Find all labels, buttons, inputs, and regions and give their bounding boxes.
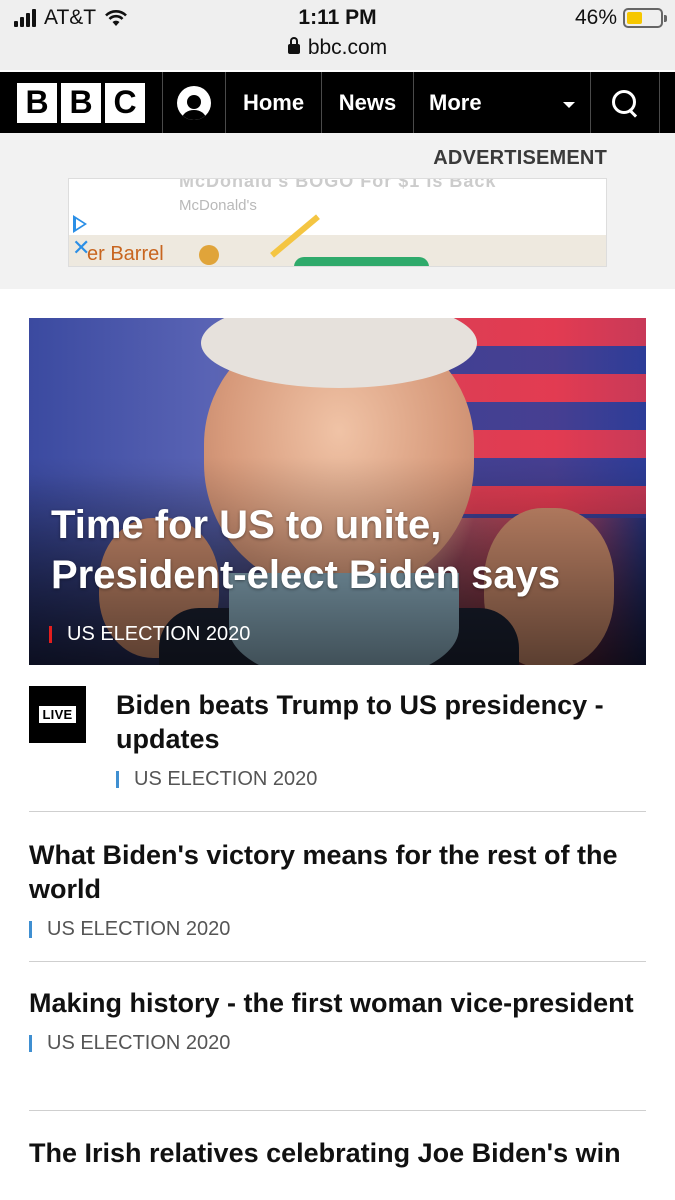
ad-cta-pill <box>294 257 429 266</box>
tag-marker <box>29 1035 32 1052</box>
story-topic-tag[interactable]: US ELECTION 2020 <box>29 1032 646 1055</box>
logo-letter: C <box>105 82 145 123</box>
browser-status-bar: AT&T 1:11 PM 46% bbc.com <box>0 0 675 70</box>
story-item[interactable]: The Irish relatives celebrating Joe Bide… <box>29 1136 646 1170</box>
story-topic-tag[interactable]: US ELECTION 2020 <box>29 918 646 941</box>
divider <box>29 961 646 962</box>
ad-brand: McDonald's <box>179 197 257 214</box>
divider <box>29 811 646 812</box>
battery-status: 46% <box>574 6 667 30</box>
story-tag-label: US ELECTION 2020 <box>47 1032 231 1054</box>
advertisement-area: ADVERTISEMENT McDonald's BOGO For $1 Is … <box>0 133 675 289</box>
bbc-nav-bar: B B C Home News More <box>0 72 675 133</box>
logo-letter: B <box>61 82 101 123</box>
story-tag-label: US ELECTION 2020 <box>134 768 318 790</box>
tag-marker <box>116 771 119 788</box>
story-item[interactable]: Biden beats Trump to US presidency - upd… <box>116 688 646 791</box>
url-text: bbc.com <box>307 36 388 59</box>
account-button[interactable] <box>163 72 226 133</box>
lock-icon <box>287 37 300 54</box>
story-headline[interactable]: What Biden's victory means for the rest … <box>29 838 646 906</box>
clock: 1:11 PM <box>298 6 377 29</box>
live-badge: LIVE <box>29 686 86 743</box>
hero-story[interactable]: Time for US to unite, President-elect Bi… <box>29 318 646 665</box>
tag-marker <box>29 921 32 938</box>
search-icon <box>612 89 638 116</box>
story-tag-label: US ELECTION 2020 <box>47 918 231 940</box>
nav-more-menu[interactable]: More <box>414 72 591 133</box>
story-headline[interactable]: Biden beats Trump to US presidency - upd… <box>116 688 646 756</box>
chevron-down-icon <box>563 101 575 108</box>
battery-icon <box>623 8 667 28</box>
story-topic-tag[interactable]: US ELECTION 2020 <box>116 768 646 791</box>
logo-letter: B <box>17 82 57 123</box>
story-headline[interactable]: The Irish relatives celebrating Joe Bide… <box>29 1136 646 1170</box>
live-badge-label: LIVE <box>39 706 76 723</box>
ad-headline: McDonald's BOGO For $1 Is Back <box>179 178 497 191</box>
hero-headline[interactable]: Time for US to unite, President-elect Bi… <box>51 500 631 600</box>
close-icon[interactable]: ✕ <box>72 237 90 259</box>
story-item[interactable]: What Biden's victory means for the rest … <box>29 838 646 941</box>
tag-marker <box>49 626 52 643</box>
hero-image-overlay <box>29 318 646 665</box>
bbc-logo[interactable]: B B C <box>0 72 163 133</box>
story-item[interactable]: Making history - the first woman vice-pr… <box>29 986 646 1055</box>
ad-label: ADVERTISEMENT <box>433 147 607 169</box>
restaurant-pin-icon <box>199 245 219 265</box>
hero-topic-tag[interactable]: US ELECTION 2020 <box>49 623 250 646</box>
ad-map-place: er Barrel <box>87 243 164 265</box>
nav-home-link[interactable]: Home <box>226 72 322 133</box>
nav-news-link[interactable]: News <box>322 72 414 133</box>
search-button[interactable] <box>591 72 660 133</box>
address-bar[interactable]: bbc.com <box>0 36 675 60</box>
ad-banner[interactable]: McDonald's BOGO For $1 Is Back McDonald'… <box>68 178 607 267</box>
adchoices-icon[interactable] <box>73 215 87 233</box>
hero-tag-label: US ELECTION 2020 <box>67 623 251 645</box>
battery-percent: 46% <box>574 6 617 29</box>
nav-more-label: More <box>429 89 482 115</box>
account-icon <box>177 85 211 120</box>
story-headline[interactable]: Making history - the first woman vice-pr… <box>29 986 646 1020</box>
divider <box>29 1110 646 1111</box>
battery-level <box>627 12 642 24</box>
